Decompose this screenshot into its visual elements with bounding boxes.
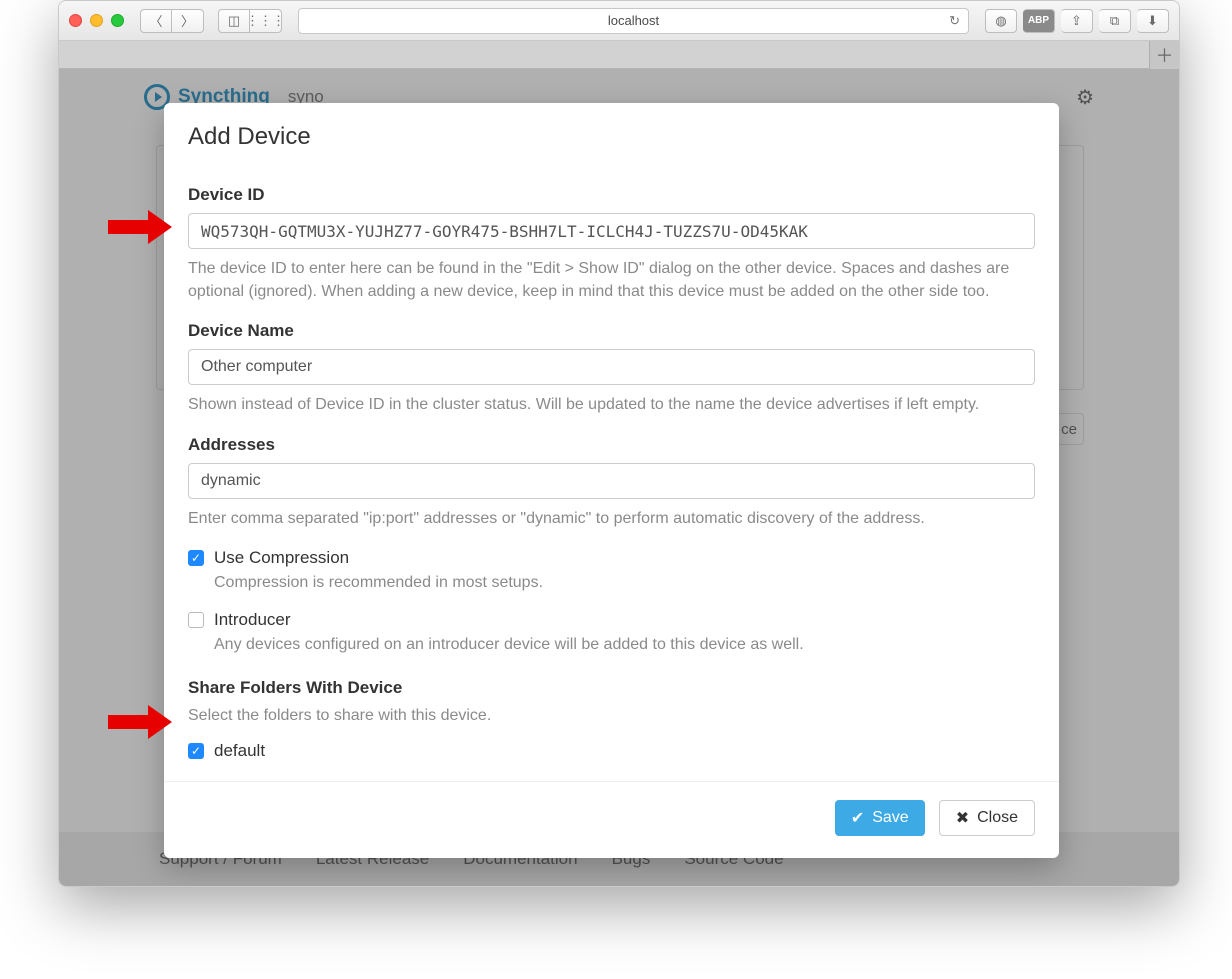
back-button[interactable]: 〈 <box>140 9 172 33</box>
share-icon[interactable]: ⇪ <box>1061 9 1093 33</box>
introducer-label: Introducer <box>214 610 291 630</box>
share-folders-label: Share Folders With Device <box>188 678 1035 698</box>
folder-default-label: default <box>214 741 265 761</box>
save-button-label: Save <box>872 809 908 827</box>
use-compression-row[interactable]: ✓ Use Compression <box>188 548 1035 568</box>
use-compression-label: Use Compression <box>214 548 349 568</box>
modal-body: Device ID The device ID to enter here ca… <box>164 163 1059 781</box>
addresses-group: Addresses Enter comma separated "ip:port… <box>188 435 1035 530</box>
device-id-help: The device ID to enter here can be found… <box>188 257 1035 303</box>
reload-icon[interactable]: ↻ <box>949 13 960 29</box>
window-controls <box>69 14 124 27</box>
introducer-checkbox[interactable] <box>188 612 204 628</box>
tab-strip: ＋ <box>59 41 1179 69</box>
device-name-label: Device Name <box>188 321 1035 341</box>
device-id-group: Device ID The device ID to enter here ca… <box>188 185 1035 303</box>
share-folders-desc: Select the folders to share with this de… <box>188 704 1035 727</box>
topsites-icon[interactable]: ⋮⋮⋮ <box>250 9 282 33</box>
nav-back-forward: 〈 〉 <box>140 9 204 33</box>
folder-default-checkbox[interactable]: ✓ <box>188 743 204 759</box>
annotation-arrow-folder <box>108 705 176 739</box>
save-button[interactable]: ✔ Save <box>835 800 925 836</box>
device-name-input[interactable] <box>188 349 1035 385</box>
folder-default-row[interactable]: ✓ default <box>188 741 1035 761</box>
addresses-help: Enter comma separated "ip:port" addresse… <box>188 507 1035 530</box>
device-id-input[interactable] <box>188 213 1035 249</box>
forward-button[interactable]: 〉 <box>172 9 204 33</box>
view-controls: ◫ ⋮⋮⋮ <box>218 9 282 33</box>
downloads-icon[interactable]: ⬇ <box>1137 9 1169 33</box>
page-content: Syncthing syno ⚙ ce Support / Forum Late… <box>59 69 1179 886</box>
close-button-label: Close <box>977 809 1018 827</box>
url-text: localhost <box>608 13 659 28</box>
minimize-window-icon[interactable] <box>90 14 103 27</box>
close-icon: ✖ <box>956 808 969 828</box>
use-compression-desc: Compression is recommended in most setup… <box>214 574 1035 592</box>
annotation-arrow-device-id <box>108 210 176 244</box>
new-tab-button[interactable]: ＋ <box>1149 41 1179 69</box>
device-name-help: Shown instead of Device ID in the cluste… <box>188 393 1035 416</box>
onepass-icon[interactable]: ◍ <box>985 9 1017 33</box>
url-bar[interactable]: localhost ↻ <box>298 8 969 34</box>
add-device-modal: Add Device Device ID The device ID to en… <box>164 103 1059 858</box>
device-name-group: Device Name Shown instead of Device ID i… <box>188 321 1035 416</box>
addresses-input[interactable] <box>188 463 1035 499</box>
device-id-label: Device ID <box>188 185 1035 205</box>
toolbar-right: ◍ ABP ⇪ ⧉ ⬇ <box>985 9 1169 33</box>
check-icon: ✔ <box>851 808 864 828</box>
browser-titlebar: 〈 〉 ◫ ⋮⋮⋮ localhost ↻ ◍ ABP ⇪ ⧉ ⬇ <box>59 1 1179 41</box>
close-button[interactable]: ✖ Close <box>939 800 1035 836</box>
adblock-icon[interactable]: ABP <box>1023 9 1055 33</box>
modal-title: Add Device <box>164 103 1059 163</box>
addresses-label: Addresses <box>188 435 1035 455</box>
maximize-window-icon[interactable] <box>111 14 124 27</box>
introducer-desc: Any devices configured on an introducer … <box>214 636 1035 654</box>
introducer-row[interactable]: Introducer <box>188 610 1035 630</box>
browser-window: 〈 〉 ◫ ⋮⋮⋮ localhost ↻ ◍ ABP ⇪ ⧉ ⬇ ＋ Sync… <box>58 0 1180 887</box>
modal-footer: ✔ Save ✖ Close <box>164 781 1059 858</box>
tabs-icon[interactable]: ⧉ <box>1099 9 1131 33</box>
use-compression-checkbox[interactable]: ✓ <box>188 550 204 566</box>
close-window-icon[interactable] <box>69 14 82 27</box>
